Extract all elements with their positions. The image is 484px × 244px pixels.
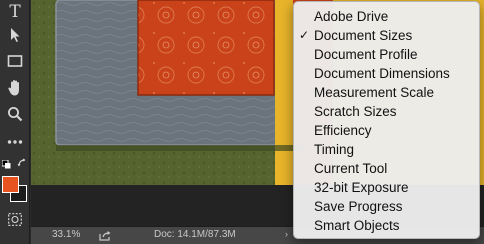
tools-panel: T [0,0,30,244]
menu-item-scratch-sizes[interactable]: Scratch Sizes [294,102,479,121]
menu-item-label: Scratch Sizes [314,104,397,119]
menu-item-current-tool[interactable]: Current Tool [294,159,479,178]
foreground-color-swatch[interactable] [2,176,19,193]
export-icon[interactable] [99,230,111,241]
menu-item-label: Document Dimensions [314,66,450,81]
type-tool[interactable]: T [0,1,30,23]
menu-item-document-profile[interactable]: Document Profile [294,45,479,64]
more-tools[interactable] [0,131,30,153]
menu-item-adobe-drive[interactable]: Adobe Drive [294,7,479,26]
menu-item-efficiency[interactable]: Efficiency [294,121,479,140]
hand-tool[interactable] [0,77,30,99]
status-menu-arrow[interactable]: › [285,229,288,239]
menu-item-save-progress[interactable]: Save Progress [294,197,479,216]
zoom-tool[interactable] [0,103,30,125]
menu-item-document-dimensions[interactable]: Document Dimensions [294,64,479,83]
menu-item-measurement-scale[interactable]: Measurement Scale [294,83,479,102]
arrow-cursor-icon [11,28,20,42]
menu-item-label: Smart Objects [314,218,400,233]
rectangle-tool[interactable] [0,50,30,72]
menu-item-label: Timing [314,142,355,157]
swap-colors-icon[interactable] [17,158,27,168]
quick-mask-icon[interactable] [8,213,22,226]
menu-item-timing[interactable]: Timing [294,140,479,159]
status-info-menu: Adobe Drive ✓ Document Sizes Document Pro… [293,1,480,239]
menu-item-label: 32-bit Exposure [314,180,409,195]
menu-item-label: Current Tool [314,161,388,176]
hand-icon [8,80,19,96]
path-selection-tool[interactable] [0,24,30,46]
type-tool-icon: T [9,2,21,22]
menu-item-label: Save Progress [314,199,403,214]
menu-item-label: Adobe Drive [314,9,389,24]
menu-item-document-sizes[interactable]: ✓ Document Sizes [294,26,479,45]
zoom-level[interactable]: 33.1% [52,229,80,240]
rectangle-icon [7,55,23,67]
ellipsis-icon [7,140,23,144]
checkmark-icon: ✓ [299,28,310,42]
menu-item-smart-objects[interactable]: Smart Objects [294,216,479,235]
menu-item-32-bit-exposure[interactable]: 32-bit Exposure [294,178,479,197]
default-colors-icon[interactable] [2,160,11,169]
document-sizes-readout: Doc: 14.1M/87.3M [154,229,236,240]
menu-item-label: Efficiency [314,123,372,138]
menu-item-label: Document Sizes [314,28,413,43]
magnifier-icon [8,107,23,122]
menu-item-label: Measurement Scale [314,85,435,100]
menu-item-label: Document Profile [314,47,418,62]
